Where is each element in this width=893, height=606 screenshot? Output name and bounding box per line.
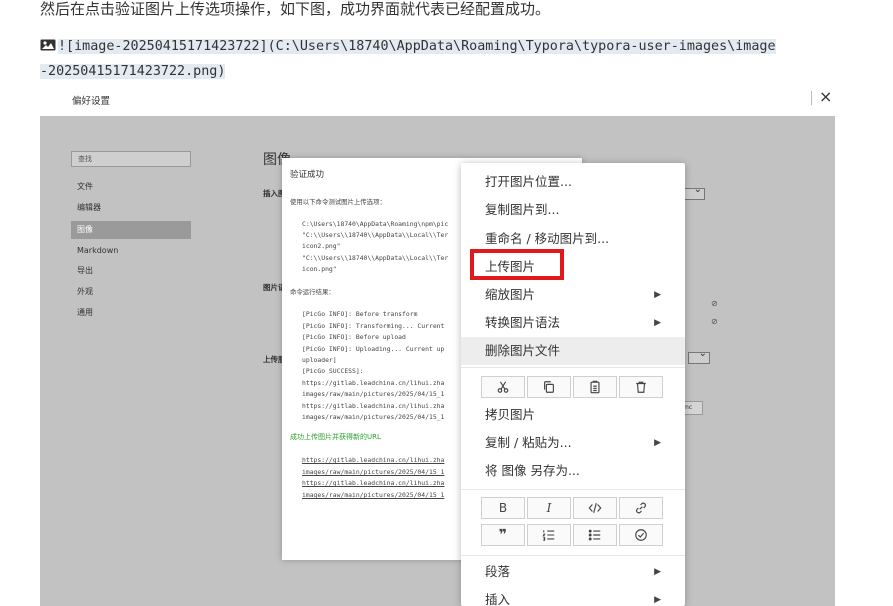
markdown-line-2: -20250415171423722.png) bbox=[40, 64, 226, 79]
bold-button[interactable]: B bbox=[481, 497, 525, 519]
log-line: images/raw/main/pictures/2025/04/15_1 bbox=[302, 390, 445, 398]
scissors-icon bbox=[497, 381, 509, 393]
markdown-image-source[interactable]: ![image-20250415171423722](C:\Users\1874… bbox=[40, 34, 840, 84]
link-icon bbox=[636, 502, 646, 514]
log-line: https://gitlab.leadchina.cn/lihui.zha bbox=[302, 402, 445, 410]
quote-button[interactable]: ❞ bbox=[481, 524, 525, 546]
image-action-toolbar bbox=[481, 376, 667, 398]
check-circle-icon bbox=[635, 529, 647, 541]
paste-button[interactable] bbox=[573, 376, 617, 398]
command-line: icon.png" bbox=[302, 265, 337, 273]
result-url[interactable]: https://gitlab.leadchina.cn/lihui.zha bbox=[302, 479, 460, 487]
task-list-button[interactable] bbox=[619, 524, 663, 546]
markdown-line-1: ![image-20250415171423722](C:\Users\1874… bbox=[58, 39, 776, 54]
nav-item-export[interactable]: 导出 bbox=[71, 262, 191, 280]
code-button[interactable] bbox=[573, 497, 617, 519]
window-title: 偏好设置 bbox=[72, 96, 111, 107]
menu-item-convert-syntax[interactable]: 转换图片语法 ▶ bbox=[461, 309, 685, 337]
result-url[interactable]: https://gitlab.leadchina.cn/lihui.zha bbox=[302, 456, 460, 464]
ordered-list-button[interactable] bbox=[527, 524, 571, 546]
copy-icon bbox=[544, 381, 554, 393]
chevron-right-icon: ▶ bbox=[654, 290, 661, 300]
dialog-intro-text: 使用以下命令测试图片上传选项： bbox=[290, 198, 386, 206]
chevron-right-icon: ▶ bbox=[654, 595, 661, 605]
command-line: "C:\\Users\\18740\\AppData\\Local\\Ter bbox=[302, 254, 449, 262]
menu-item-copy-paste-as[interactable]: 复制 / 粘贴为... ▶ bbox=[461, 429, 685, 457]
nav-item-general[interactable]: 通用 bbox=[71, 304, 191, 322]
help-icon[interactable]: ⊘ bbox=[711, 299, 718, 308]
result-label: 命令运行结果： bbox=[290, 288, 335, 296]
menu-divider bbox=[461, 367, 685, 368]
success-message: 成功上传图片并获得新的URL bbox=[290, 433, 381, 441]
menu-item-open-location[interactable]: 打开图片位置... bbox=[461, 168, 685, 196]
menu-item-label: 段落 bbox=[485, 564, 511, 579]
log-line: https://gitlab.leadchina.cn/lihui.zha bbox=[302, 379, 445, 387]
upload-service-select[interactable] bbox=[688, 348, 710, 364]
format-toolbar-row-2: ❞ bbox=[481, 524, 667, 546]
nav-item-markdown[interactable]: Markdown bbox=[71, 242, 191, 260]
menu-item-paragraph[interactable]: 段落 ▶ bbox=[461, 558, 685, 586]
bullet-list-button[interactable] bbox=[573, 524, 617, 546]
clipboard-icon bbox=[590, 380, 600, 394]
cut-button[interactable] bbox=[481, 376, 525, 398]
preferences-search-input[interactable]: 查找 bbox=[71, 151, 191, 167]
nav-item-appearance[interactable]: 外观 bbox=[71, 283, 191, 301]
chevron-right-icon: ▶ bbox=[654, 438, 661, 448]
titlebar-divider bbox=[811, 91, 812, 105]
menu-item-label: 转换图片语法 bbox=[485, 315, 561, 330]
preferences-titlebar: 偏好设置 × bbox=[40, 88, 835, 116]
log-line: [PicGo INFO]: Before transform bbox=[302, 310, 418, 318]
log-line: uploader] bbox=[302, 356, 337, 364]
chevron-right-icon: ▶ bbox=[654, 567, 661, 577]
menu-divider bbox=[461, 555, 685, 556]
menu-item-copy-to[interactable]: 复制图片到... bbox=[461, 196, 685, 224]
nav-item-image[interactable]: 图像 bbox=[71, 221, 191, 239]
image-icon bbox=[40, 35, 56, 51]
trash-icon bbox=[636, 381, 646, 393]
command-line: C:\Users\18740\AppData\Roaming\npm\pic bbox=[302, 220, 449, 228]
menu-item-insert[interactable]: 插入 ▶ bbox=[461, 586, 685, 606]
nav-item-editor[interactable]: 编辑器 bbox=[71, 199, 191, 217]
log-line: [PicGo INFO]: Uploading... Current up bbox=[302, 345, 445, 353]
menu-item-label: 插入 bbox=[485, 592, 511, 606]
command-line: "C:\\Users\\18740\\AppData\\Local\\Ter bbox=[302, 231, 449, 239]
code-icon bbox=[588, 503, 602, 513]
doc-paragraph: 然后在点击验证图片上传选项操作，如下图，成功界面就代表已经配置成功。 bbox=[40, 0, 551, 18]
result-url[interactable]: images/raw/main/pictures/2025/04/15_1 bbox=[302, 468, 460, 476]
log-line: [PicGo INFO]: Transforming... Current bbox=[302, 322, 445, 330]
format-toolbar-row-1: B I bbox=[481, 497, 667, 519]
bullet-list-icon bbox=[588, 529, 601, 541]
nav-item-file[interactable]: 文件 bbox=[71, 178, 191, 196]
italic-button[interactable]: I bbox=[527, 497, 571, 519]
result-url[interactable]: images/raw/main/pictures/2025/04/15_1 bbox=[302, 491, 460, 499]
copy-button[interactable] bbox=[527, 376, 571, 398]
menu-item-copy-image[interactable]: 拷贝图片 bbox=[461, 401, 685, 429]
menu-item-save-image-as[interactable]: 将 图像 另存为... bbox=[461, 457, 685, 485]
menu-item-label: 缩放图片 bbox=[485, 287, 536, 302]
command-line: icon2.png" bbox=[302, 242, 341, 250]
help-icon[interactable]: ⊘ bbox=[711, 317, 718, 326]
dialog-title: 验证成功 bbox=[290, 170, 325, 180]
delete-button[interactable] bbox=[619, 376, 663, 398]
close-icon[interactable]: × bbox=[819, 88, 832, 107]
insert-image-select[interactable] bbox=[683, 184, 705, 200]
upload-highlight-box bbox=[470, 249, 564, 280]
menu-item-label: 复制 / 粘贴为... bbox=[485, 435, 572, 450]
link-button[interactable] bbox=[619, 497, 663, 519]
menu-divider bbox=[461, 489, 685, 490]
menu-item-zoom-image[interactable]: 缩放图片 ▶ bbox=[461, 281, 685, 309]
ordered-list-icon bbox=[542, 530, 555, 541]
embedded-screenshot: 偏好设置 × 查找 文件 编辑器 图像 Markdown 导出 外观 通用 图像… bbox=[40, 88, 835, 606]
chevron-right-icon: ▶ bbox=[654, 318, 661, 328]
log-line: images/raw/main/pictures/2025/04/15_1 bbox=[302, 413, 445, 421]
image-context-menu: 打开图片位置... 复制图片到... 重命名 / 移动图片到... 上传图片 缩… bbox=[461, 163, 685, 606]
menu-item-delete-image-file[interactable]: 删除图片文件 bbox=[461, 337, 685, 365]
log-line: [PicGo INFO]: Before upload bbox=[302, 333, 406, 341]
log-line: [PicGo SUCCESS]: bbox=[302, 367, 364, 375]
